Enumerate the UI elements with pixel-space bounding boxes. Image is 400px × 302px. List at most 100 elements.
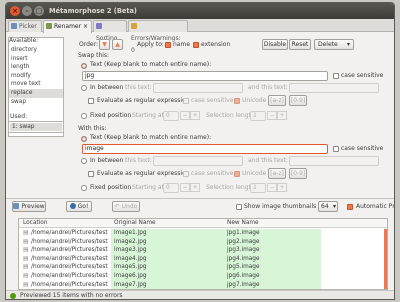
swap-starting-minus[interactable]: − [180,111,190,120]
operation-length[interactable]: length [9,63,63,72]
swap-starting-at-input[interactable]: 0 [163,111,179,121]
swap-unicode-checkbox[interactable] [234,98,240,104]
preview-button[interactable]: Preview [12,201,46,212]
operation-directory[interactable]: directory [9,46,63,55]
swap-starting-plus[interactable]: + [190,111,200,120]
swap-regex-case-checkbox[interactable] [183,98,189,104]
automatic-preview-checkbox[interactable] [347,204,353,210]
with-case-sensitive-checkbox[interactable] [333,146,339,152]
apply-extension-label: extension [201,41,231,48]
with-selection-length-input[interactable]: 1 [250,183,266,193]
operation-move-text[interactable]: move text [9,80,63,89]
column-location[interactable]: Location [23,219,48,228]
swap-regex-case-label: case sensitive [191,97,234,104]
warning-icon [131,23,137,29]
with-selection-minus[interactable]: − [267,183,277,192]
show-thumbnails-checkbox[interactable] [236,204,242,210]
swap-selection-minus[interactable]: − [267,111,277,120]
table-header: Location Original Name New Name [19,219,387,228]
with-text-radio[interactable] [81,136,87,142]
with-starting-at-input[interactable]: 0 [163,183,179,193]
column-original-name[interactable]: Original Name [114,219,156,228]
swap-in-between-radio[interactable] [81,85,87,91]
swap-in-between-label: In between [90,84,124,91]
operation-insert[interactable]: insert [9,55,63,64]
swap-text-input[interactable]: jpg [82,71,328,81]
tab-renamer[interactable]: Renamer × [43,20,92,33]
reset-button[interactable]: Reset [289,39,311,50]
swap-digits-button[interactable]: [0-9] [289,95,307,106]
apply-extension-checkbox[interactable] [193,42,199,48]
tab-sorting[interactable]: Sorting [93,20,127,42]
thumbnail-size-dropdown[interactable]: 64 ▾ [318,201,338,212]
swap-selection-length-input[interactable]: 1 [250,111,266,121]
apply-name-checkbox[interactable] [165,42,171,48]
close-window-button[interactable]: × [10,6,20,16]
go-button[interactable]: Go! [66,201,92,212]
swap-text-radio[interactable] [81,63,87,69]
operation-modify[interactable]: modify [9,72,63,81]
app-window: × – □ Métamorphose 2 (Beta) Picker Renam… [5,2,395,300]
table-row[interactable]: ▤ /home/andrei/Pictures/test image6.jpg … [19,272,387,281]
with-in-between-label: In between [90,157,124,164]
folder-icon [11,23,17,29]
table-row[interactable]: ▤ /home/andrei/Pictures/test image1.jpg … [19,229,387,238]
swap-this-heading: Swap this: [78,52,110,59]
with-regex-case-label: case sensitive [191,170,234,177]
swap-case-sensitive-checkbox[interactable] [333,73,339,79]
with-text-input[interactable]: image [82,144,328,154]
with-in-between-radio[interactable] [81,158,87,164]
with-and-this-text-label: and this text: [248,157,288,164]
table-scrollbar[interactable] [384,229,387,289]
table-row[interactable]: ▤ /home/andrei/Pictures/test image2.jpg … [19,237,387,247]
swap-this-text-label: this text: [125,84,152,91]
swap-and-this-text-label: and this text: [248,84,288,91]
maximize-window-button[interactable]: □ [34,6,44,16]
with-and-this-text-input[interactable] [289,156,379,166]
disable-button[interactable]: Disable [262,39,288,50]
go-icon [69,203,76,209]
tab-errors-warnings[interactable]: Errors/Warnings: 0 [128,20,188,54]
with-fixed-position-radio[interactable] [81,185,87,191]
pane-divider[interactable] [6,198,394,199]
available-label: Available: [9,37,39,44]
swap-regex-label: Evaluate as regular expression [97,97,190,104]
swap-and-this-text-input[interactable] [289,83,379,93]
ok-icon [10,293,16,299]
used-list: 1: swap [8,121,64,133]
title-bar: × – □ Métamorphose 2 (Beta) [6,3,394,19]
delete-dropdown[interactable]: Delete ▾ [314,39,354,50]
swap-fixed-position-radio[interactable] [81,113,87,119]
swap-this-text-input[interactable] [153,83,243,93]
with-unicode-checkbox[interactable] [234,171,240,177]
with-selection-plus[interactable]: + [277,183,287,192]
swap-az-button[interactable]: [a-z] [268,95,286,106]
with-digits-button[interactable]: [0-9] [289,168,307,179]
chevron-down-icon: ▾ [346,41,350,48]
table-row[interactable]: ▤ /home/andrei/Pictures/test image4.jpg … [19,254,387,264]
with-regex-case-checkbox[interactable] [183,171,189,177]
file-icon: ▤ [23,273,29,279]
operation-swap[interactable]: swap [9,98,63,107]
move-down-button[interactable]: ▼ [99,39,110,50]
table-row[interactable]: ▤ /home/andrei/Pictures/test image3.jpg … [19,246,387,255]
table-row[interactable]: ▤ /home/andrei/Pictures/test image7.jpg … [19,280,387,289]
show-thumbnails-label: Show image thumbnails [244,203,317,210]
swap-regex-checkbox[interactable] [88,98,94,104]
table-row[interactable]: ▤ /home/andrei/Pictures/test image5.jpg … [19,263,387,272]
used-item-swap[interactable]: 1: swap [10,123,62,131]
column-new-name[interactable]: New Name [227,219,259,228]
with-az-button[interactable]: [a-z] [268,168,286,179]
with-starting-plus[interactable]: + [190,183,200,192]
undo-button[interactable]: ↶ Undo [112,201,140,212]
with-starting-minus[interactable]: − [180,183,190,192]
tab-picker[interactable]: Picker [8,20,42,32]
main-tabs: Picker Renamer × Sorting Errors/Warnings… [6,19,394,54]
with-regex-checkbox[interactable] [88,171,94,177]
swap-selection-plus[interactable]: + [277,111,287,120]
minimize-window-button[interactable]: – [22,6,32,16]
operation-replace[interactable]: replace [9,88,63,98]
move-up-button[interactable]: ▲ [112,39,123,50]
with-this-text-input[interactable] [153,156,243,166]
automatic-preview-label: Automatic Preview [356,203,395,210]
